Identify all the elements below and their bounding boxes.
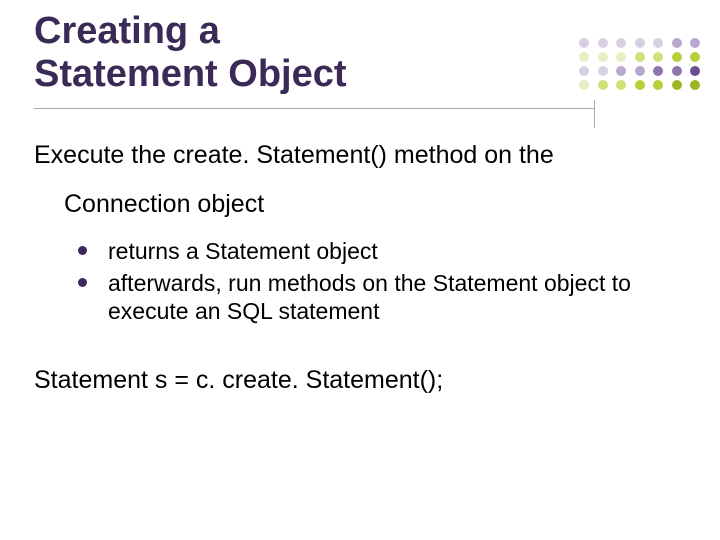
- dot-icon: [616, 38, 626, 48]
- dot-icon: [653, 52, 663, 62]
- dot-icon: [579, 52, 589, 62]
- dot-row: [575, 52, 700, 62]
- decorative-dot-grid: [575, 38, 700, 94]
- dot-row: [575, 38, 700, 48]
- dot-icon: [598, 80, 608, 90]
- dot-icon: [635, 52, 645, 62]
- dot-icon: [672, 80, 682, 90]
- dot-row: [575, 66, 700, 76]
- title-line-1: Creating a: [34, 10, 220, 52]
- bullet-list: returns a Statement object afterwards, r…: [34, 237, 674, 325]
- dot-icon: [616, 52, 626, 62]
- title-underline: [34, 108, 594, 109]
- dot-icon: [672, 52, 682, 62]
- dot-icon: [635, 66, 645, 76]
- title-block: Creating a Statement Object: [34, 10, 454, 95]
- dot-icon: [690, 38, 700, 48]
- dot-icon: [653, 38, 663, 48]
- lead-text-line2: Connection object: [34, 189, 674, 220]
- dot-icon: [579, 38, 589, 48]
- dot-icon: [690, 80, 700, 90]
- title-underline-tick: [594, 100, 595, 128]
- slide-title: Creating a Statement Object: [34, 10, 454, 95]
- body-content: Execute the create. Statement() method o…: [34, 140, 674, 421]
- dot-icon: [579, 80, 589, 90]
- dot-icon: [598, 38, 608, 48]
- dot-icon: [690, 66, 700, 76]
- dot-icon: [653, 80, 663, 90]
- dot-icon: [598, 52, 608, 62]
- dot-icon: [635, 80, 645, 90]
- dot-icon: [672, 38, 682, 48]
- dot-icon: [690, 52, 700, 62]
- dot-icon: [616, 80, 626, 90]
- dot-icon: [616, 66, 626, 76]
- dot-icon: [598, 66, 608, 76]
- list-item: afterwards, run methods on the Statement…: [78, 269, 674, 325]
- dot-icon: [672, 66, 682, 76]
- dot-row: [575, 80, 700, 90]
- dot-icon: [579, 66, 589, 76]
- slide: Creating a Statement Object: [0, 0, 720, 540]
- lead-text-line1: Execute the create. Statement() method o…: [34, 140, 674, 171]
- dot-icon: [635, 38, 645, 48]
- title-line-2: Statement Object: [34, 53, 347, 95]
- dot-icon: [653, 66, 663, 76]
- list-item: returns a Statement object: [78, 237, 674, 265]
- code-example: Statement s = c. create. Statement();: [34, 365, 674, 396]
